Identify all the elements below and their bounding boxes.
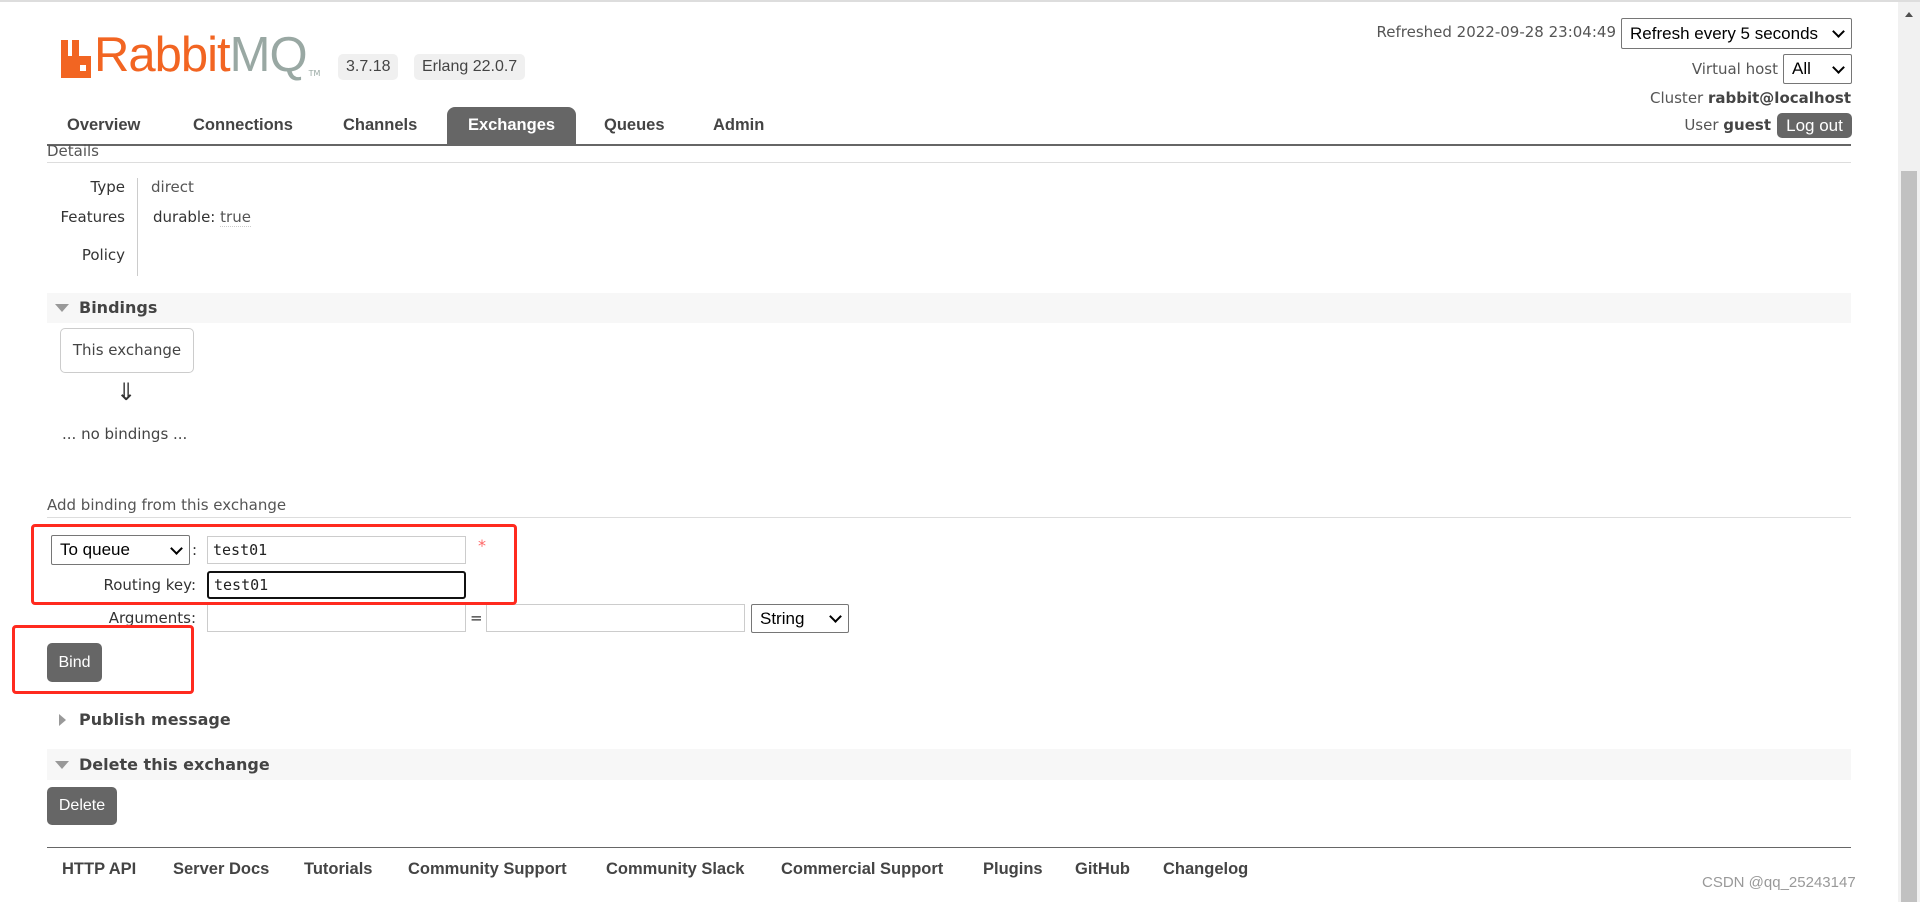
cluster-value: rabbit@localhost — [1708, 89, 1851, 107]
divider — [47, 162, 1851, 163]
tab-queues[interactable]: Queues — [604, 107, 665, 144]
details-separator — [137, 178, 138, 276]
this-exchange-box: This exchange — [60, 328, 194, 373]
refreshed-text: Refreshed 2022-09-28 23:04:49 — [1376, 23, 1616, 41]
no-bindings-text: ... no bindings ... — [62, 425, 188, 443]
tab-connections[interactable]: Connections — [193, 107, 293, 144]
argument-type-select[interactable]: String — [751, 604, 849, 633]
user-value: guest — [1723, 116, 1771, 134]
logout-button[interactable]: Log out — [1777, 113, 1852, 138]
collapse-triangle-icon — [55, 304, 69, 312]
rabbit-logo-icon — [61, 40, 91, 78]
footer-link-server-docs[interactable]: Server Docs — [173, 860, 269, 879]
footer-link-tutorials[interactable]: Tutorials — [304, 860, 372, 879]
bindings-heading: Bindings — [79, 298, 158, 317]
policy-label: Policy — [81, 246, 125, 264]
tab-exchanges[interactable]: Exchanges — [447, 107, 576, 144]
delete-button[interactable]: Delete — [47, 787, 117, 825]
bindings-section-toggle[interactable]: Bindings — [47, 293, 1851, 323]
refresh-interval-select[interactable]: Refresh every 5 seconds — [1621, 18, 1852, 49]
footer-link-github[interactable]: GitHub — [1075, 860, 1130, 879]
argument-value-input[interactable] — [486, 604, 745, 632]
vhost-select-value: All — [1792, 59, 1811, 78]
down-arrow-icon: ⇓ — [116, 378, 137, 406]
cluster-info: Cluster rabbit@localhost — [1650, 89, 1851, 107]
durable-value: true — [220, 208, 251, 227]
type-value: direct — [151, 178, 194, 196]
tab-admin[interactable]: Admin — [713, 107, 764, 144]
scrollbar-thumb[interactable] — [1901, 171, 1917, 902]
footer-link-changelog[interactable]: Changelog — [1163, 860, 1248, 879]
cluster-label: Cluster — [1649, 89, 1704, 107]
footer-link-commercial-support[interactable]: Commercial Support — [781, 860, 943, 879]
user-info: User guest — [1684, 116, 1771, 134]
expand-triangle-icon — [59, 714, 66, 726]
divider — [47, 517, 1851, 518]
highlight-annotation — [12, 625, 194, 694]
footer-link-community-slack[interactable]: Community Slack — [606, 860, 744, 879]
argument-type-value: String — [760, 608, 805, 628]
durable-key: durable: — [153, 208, 216, 226]
chevron-down-icon — [829, 610, 842, 623]
tab-overview[interactable]: Overview — [67, 107, 140, 144]
version-badge: 3.7.18 — [338, 54, 399, 80]
publish-message-toggle[interactable]: Publish message — [47, 706, 447, 734]
footer-link-community-support[interactable]: Community Support — [408, 860, 567, 879]
watermark: CSDN @qq_25243147 — [1702, 874, 1856, 891]
features-label: Features — [60, 208, 126, 226]
footer-divider — [47, 847, 1851, 848]
add-binding-heading: Add binding from this exchange — [47, 496, 287, 514]
argument-key-input[interactable] — [207, 604, 466, 632]
scrollbar[interactable] — [1898, 2, 1920, 902]
scroll-up-arrow-icon[interactable] — [1905, 12, 1913, 17]
highlight-annotation — [31, 524, 517, 605]
features-value: durable: true — [153, 208, 251, 227]
equals-sign: = — [470, 609, 483, 627]
publish-message-heading: Publish message — [79, 710, 231, 729]
type-label: Type — [90, 178, 125, 196]
erlang-badge: Erlang 22.0.7 — [414, 54, 526, 80]
vhost-label: Virtual host — [1691, 60, 1778, 78]
rabbitmq-logo: RabbitMQ TM — [61, 30, 320, 80]
tab-underline — [47, 144, 1851, 146]
tab-channels[interactable]: Channels — [343, 107, 417, 144]
footer-link-plugins[interactable]: Plugins — [983, 860, 1043, 879]
user-label: User — [1684, 116, 1719, 134]
chevron-down-icon — [1832, 25, 1845, 38]
footer-link-http-api[interactable]: HTTP API — [62, 860, 136, 879]
chevron-down-icon — [1832, 60, 1845, 74]
details-heading: Details — [47, 142, 100, 160]
vhost-select[interactable]: All — [1783, 54, 1852, 84]
refresh-select-value: Refresh every 5 seconds — [1630, 23, 1819, 43]
delete-section-toggle[interactable]: Delete this exchange — [47, 749, 1851, 780]
delete-exchange-heading: Delete this exchange — [79, 755, 270, 774]
collapse-triangle-icon — [55, 760, 69, 769]
top-border — [0, 0, 1920, 2]
